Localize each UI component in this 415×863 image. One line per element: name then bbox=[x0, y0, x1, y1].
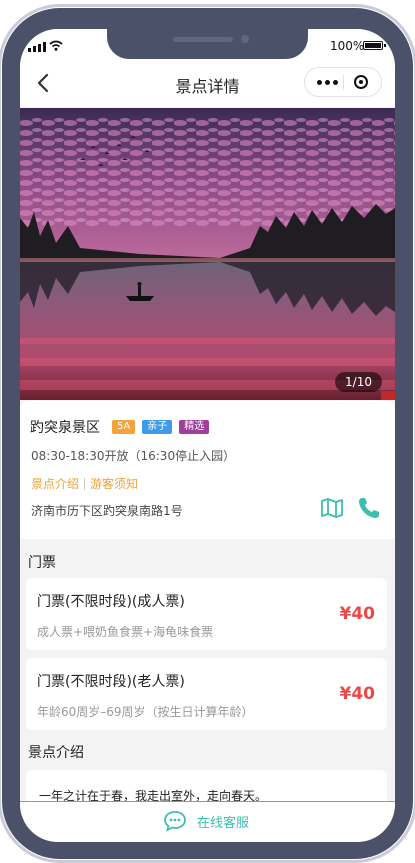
online-service-label: 在线客服 bbox=[197, 815, 250, 831]
tickets-section-title: 门票 bbox=[28, 555, 56, 571]
map-icon[interactable] bbox=[320, 497, 344, 519]
photo-counter: 1/10 bbox=[335, 372, 382, 392]
address: 济南市历下区趵突泉南路1号 bbox=[31, 504, 183, 518]
lake-sunset-photo bbox=[20, 108, 395, 400]
scenic-photo-gallery[interactable]: 1/10 bbox=[20, 108, 395, 400]
info-links: 景点介绍 游客须知 bbox=[31, 475, 138, 492]
ticket-name: 门票(不限时段)(老人票) bbox=[37, 674, 185, 690]
online-service-button[interactable]: 在线客服 bbox=[163, 810, 249, 832]
ticket-description: 成人票+喂奶鱼食票+海龟味食票 bbox=[37, 625, 214, 639]
more-icon[interactable] bbox=[317, 80, 338, 85]
title-row: 趵突泉景区 5A 亲子 精选 bbox=[30, 417, 216, 437]
ticket-card-senior[interactable]: 门票(不限时段)(老人票) 年龄60周岁–69周岁（按生日计算年龄） ¥40 bbox=[26, 658, 387, 730]
photo-badge bbox=[381, 391, 395, 400]
scenic-intro-link[interactable]: 景点介绍 bbox=[31, 475, 79, 492]
bottom-bar: 在线客服 bbox=[20, 801, 395, 842]
chat-bubble-icon bbox=[164, 811, 186, 832]
wifi-icon bbox=[49, 40, 63, 51]
battery-percentage: 100% bbox=[330, 39, 365, 53]
navigation-bar: 景点详情 bbox=[20, 59, 395, 107]
signal-icon bbox=[28, 42, 46, 52]
mini-program-capsule bbox=[304, 67, 382, 97]
ticket-price[interactable]: ¥40 bbox=[340, 604, 376, 624]
close-mini-program-icon[interactable] bbox=[354, 75, 368, 89]
tag-family: 亲子 bbox=[142, 420, 173, 434]
tag-featured: 精选 bbox=[179, 420, 210, 434]
phone-frame: 100% 景点详情 1/10 趵突泉景区 5A 亲子 精选 08:30-18:3… bbox=[0, 0, 415, 863]
ticket-card-adult[interactable]: 门票(不限时段)(成人票) 成人票+喂奶鱼食票+海龟味食票 ¥40 bbox=[26, 578, 387, 650]
screen: 100% 景点详情 1/10 趵突泉景区 5A 亲子 精选 08:30-18:3… bbox=[20, 29, 395, 842]
visitor-notice-link[interactable]: 游客须知 bbox=[90, 475, 138, 492]
battery-icon bbox=[363, 41, 383, 50]
phone-call-icon[interactable] bbox=[357, 496, 381, 520]
tag-5a: 5A bbox=[112, 420, 136, 434]
ticket-description: 年龄60周岁–69周岁（按生日计算年龄） bbox=[37, 705, 254, 719]
opening-hours: 08:30-18:30开放（16:30停止入园） bbox=[31, 449, 236, 463]
notch bbox=[107, 29, 308, 59]
ticket-price[interactable]: ¥40 bbox=[340, 684, 376, 704]
scenic-name: 趵突泉景区 bbox=[30, 420, 100, 436]
ticket-name: 门票(不限时段)(成人票) bbox=[37, 594, 185, 610]
scenic-info-card: 趵突泉景区 5A 亲子 精选 08:30-18:30开放（16:30停止入园） … bbox=[20, 401, 395, 539]
intro-section-title: 景点介绍 bbox=[28, 745, 84, 761]
